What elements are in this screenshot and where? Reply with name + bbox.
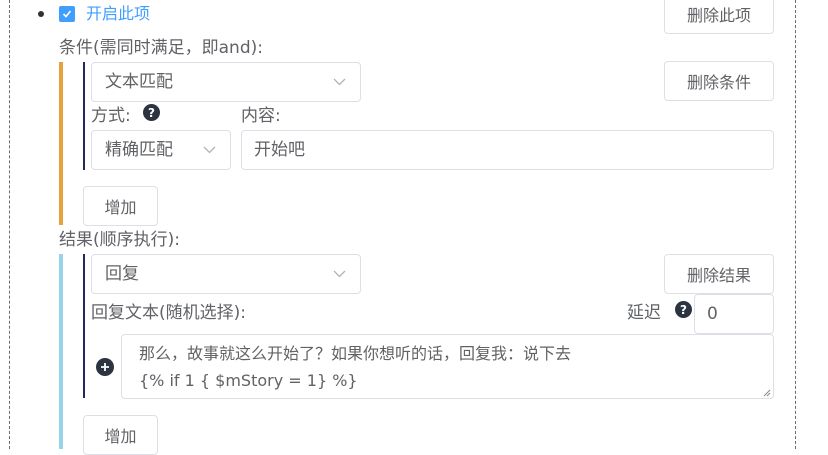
resize-grip-icon[interactable] <box>761 387 771 397</box>
mode-label: 方式: <box>91 106 131 126</box>
delay-input[interactable]: 0 <box>694 294 774 334</box>
enable-checkbox[interactable] <box>59 6 75 22</box>
result-inner-bar <box>83 254 85 398</box>
check-icon <box>62 10 72 18</box>
add-condition-button[interactable]: 增加 <box>83 186 158 226</box>
condition-type-value: 文本匹配 <box>105 72 173 92</box>
reply-text-label: 回复文本(随机选择): <box>91 303 246 323</box>
results-title: 结果(顺序执行): <box>59 230 180 250</box>
reply-textarea[interactable]: 那么，故事就这么开始了？如果你想听的话，回复我：说下去 {% if 1 { $m… <box>121 334 774 399</box>
content-label: 内容: <box>241 106 281 126</box>
condition-type-select[interactable]: 文本匹配 <box>91 62 361 102</box>
mode-select[interactable]: 精确匹配 <box>91 130 231 170</box>
condition-inner-bar <box>83 62 85 170</box>
help-icon[interactable]: ? <box>675 301 692 318</box>
enable-label[interactable]: 开启此项 <box>86 4 150 24</box>
result-type-value: 回复 <box>105 264 139 284</box>
delay-label: 延迟 <box>627 303 661 323</box>
delete-condition-button[interactable]: 删除条件 <box>664 61 774 101</box>
list-bullet <box>38 11 44 17</box>
delete-result-button[interactable]: 删除结果 <box>664 254 774 294</box>
chevron-down-icon <box>333 270 346 278</box>
help-icon[interactable]: ? <box>143 104 160 121</box>
conditions-title: 条件(需同时满足，即and): <box>59 38 263 58</box>
container-border-right <box>795 0 796 449</box>
mode-value: 精确匹配 <box>105 140 173 160</box>
conditions-bar <box>59 62 63 225</box>
results-bar <box>59 254 63 449</box>
add-result-button[interactable]: 增加 <box>83 415 158 455</box>
container-border-left <box>9 0 10 449</box>
plus-circle-icon[interactable] <box>96 358 114 376</box>
content-input[interactable]: 开始吧 <box>241 130 774 170</box>
chevron-down-icon <box>333 78 346 86</box>
chevron-down-icon <box>203 146 216 154</box>
result-type-select[interactable]: 回复 <box>91 254 361 294</box>
delete-item-button[interactable]: 删除此项 <box>664 0 774 34</box>
